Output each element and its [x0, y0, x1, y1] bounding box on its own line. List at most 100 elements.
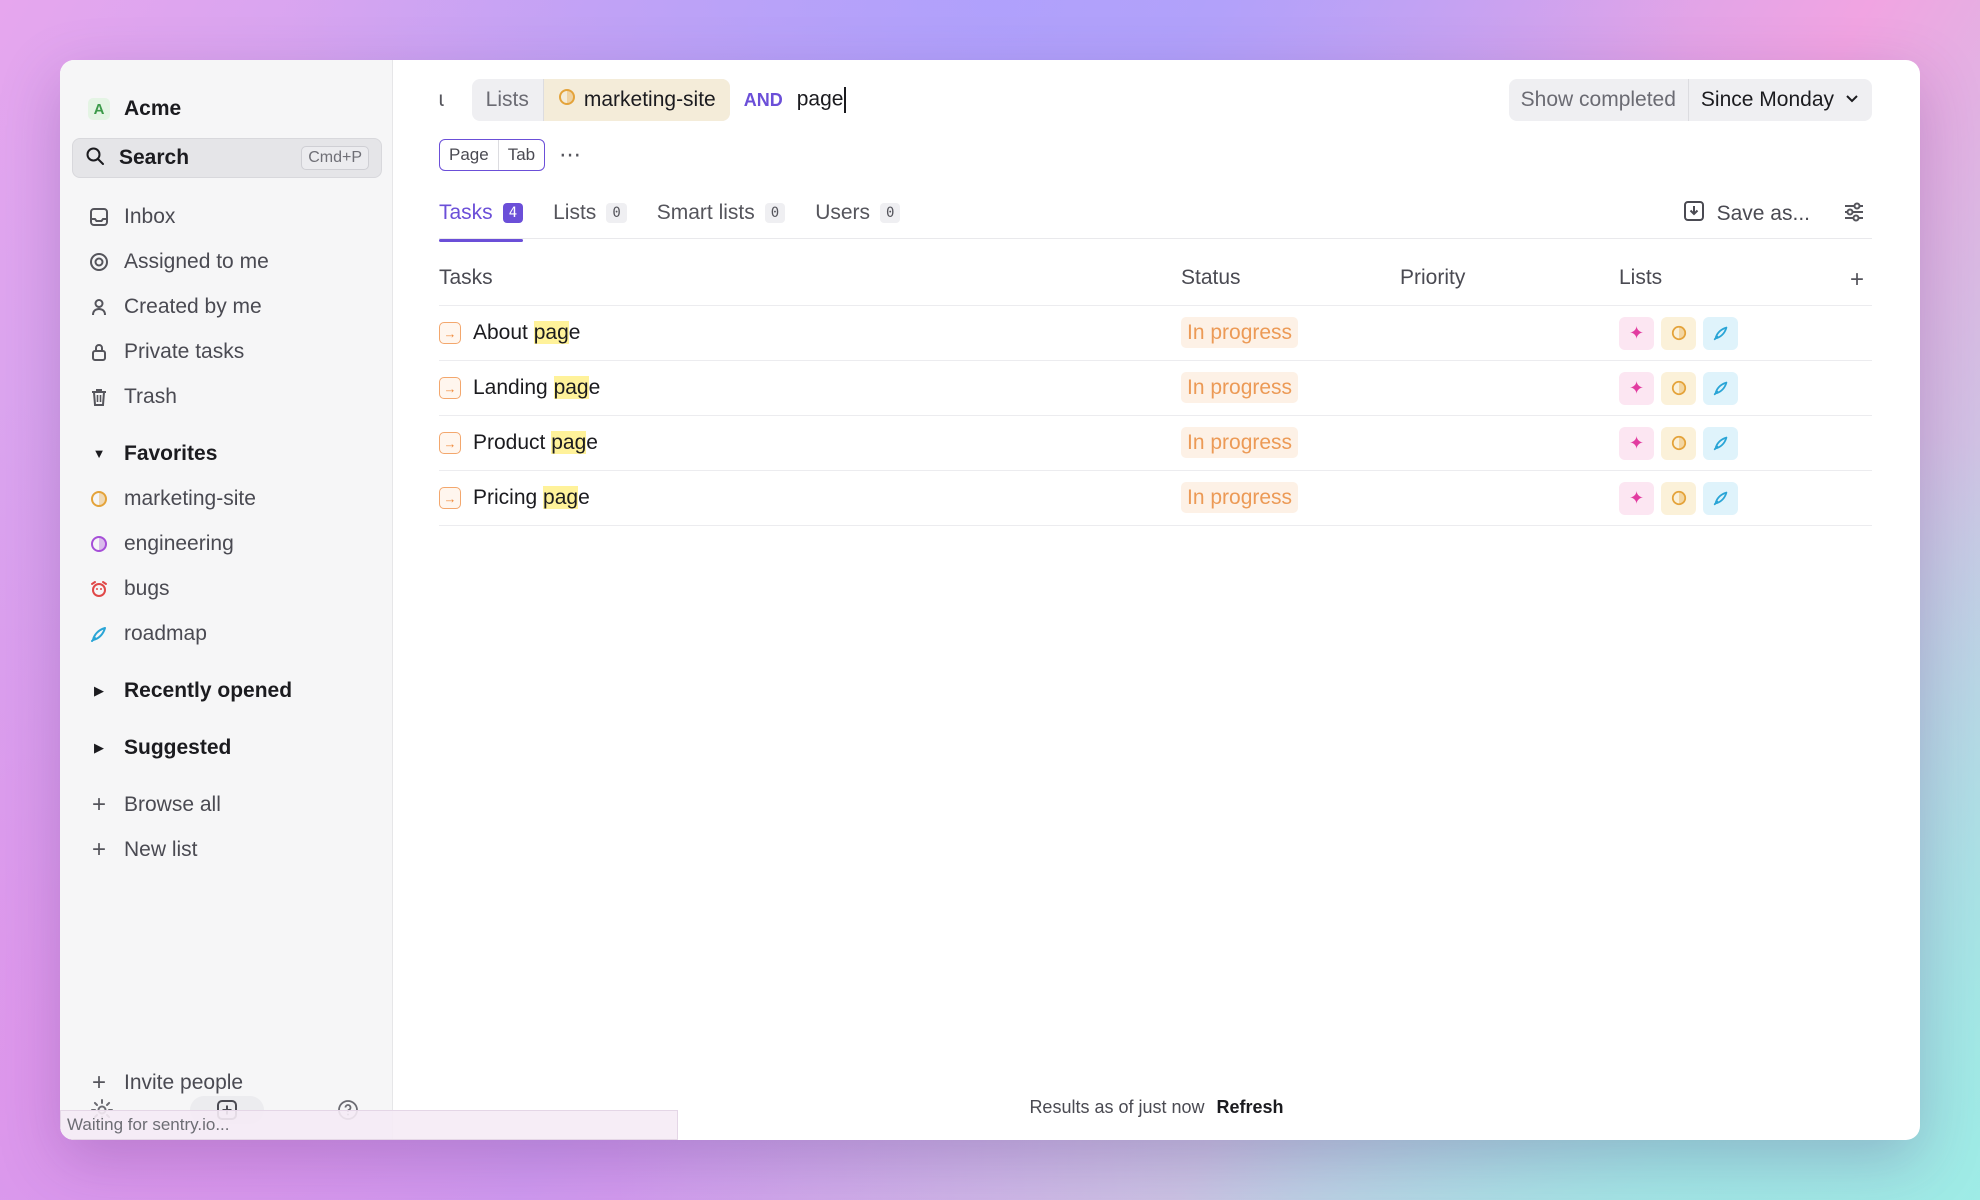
sidebar-item-assigned[interactable]: Assigned to me — [88, 239, 378, 284]
column-header-lists[interactable]: Lists — [1619, 266, 1872, 290]
search-button[interactable]: Search Cmd+P — [72, 138, 382, 178]
workspace-name: Acme — [124, 97, 182, 120]
table-row[interactable]: → About page In progress ✦ — [439, 306, 1872, 361]
add-column-button[interactable]: + — [1850, 266, 1864, 294]
inbox-icon — [88, 206, 110, 228]
tab-divider — [439, 238, 1872, 239]
in-progress-icon[interactable]: → — [439, 432, 461, 454]
sidebar-item-label: Assigned to me — [124, 249, 269, 273]
query-operator: AND — [743, 89, 783, 110]
sidebar-item-trash[interactable]: Trash — [88, 374, 378, 419]
table-row[interactable]: → Landing page In progress ✦ — [439, 361, 1872, 416]
task-cell: → About page — [439, 321, 1181, 345]
app-window: A Acme Search Cmd+P Inbox Assigned to me — [60, 60, 1920, 1140]
status-cell: In progress — [1181, 372, 1400, 403]
search-input[interactable]: page — [797, 87, 847, 113]
in-progress-icon[interactable]: → — [439, 322, 461, 344]
tasks-table: Tasks Status Priority Lists + → About pa… — [439, 250, 1872, 526]
sidebar-nav: Inbox Assigned to me Created by me Priva… — [88, 194, 378, 872]
in-progress-icon[interactable]: → — [439, 487, 461, 509]
rocket-icon[interactable] — [1703, 426, 1738, 460]
tab-label: Users — [815, 201, 871, 224]
filter-value[interactable]: marketing-site — [543, 79, 730, 121]
sidebar-item-private[interactable]: Private tasks — [88, 329, 378, 374]
sparkle-icon[interactable]: ✦ — [1619, 426, 1654, 460]
sidebar-item-label: Private tasks — [124, 339, 245, 363]
lock-icon — [88, 341, 110, 363]
recently-opened-title: Recently opened — [124, 678, 293, 702]
since-dropdown[interactable]: Since Monday — [1689, 79, 1872, 121]
tab-lists[interactable]: Lists 0 — [553, 190, 627, 236]
task-title: About page — [473, 321, 581, 344]
task-cell: → Landing page — [439, 376, 1181, 400]
browse-all-button[interactable]: + Browse all — [88, 782, 378, 827]
caret-down-icon: ▼ — [92, 446, 106, 461]
favorites-section-toggle[interactable]: ▼ Favorites — [88, 431, 378, 476]
column-header-tasks[interactable]: Tasks — [439, 266, 1181, 290]
table-row[interactable]: → Product page In progress ✦ — [439, 416, 1872, 471]
sidebar-item-label: marketing-site — [124, 486, 256, 510]
task-title: Pricing page — [473, 486, 590, 509]
results-timestamp: Results as of just now — [1029, 1096, 1205, 1117]
search-shortcut: Cmd+P — [301, 146, 369, 170]
save-as-button[interactable]: Save as... — [1683, 192, 1810, 236]
lists-cell: ✦ — [1619, 481, 1872, 515]
completed-filter: Show completed Since Monday — [1508, 79, 1872, 121]
table-header: Tasks Status Priority Lists + — [439, 250, 1872, 306]
column-header-priority[interactable]: Priority — [1400, 266, 1619, 290]
rocket-icon — [88, 623, 110, 645]
alarm-icon — [88, 578, 110, 600]
column-header-status[interactable]: Status — [1181, 266, 1400, 290]
sidebar-bottom-bar: Waiting for sentry.io... — [60, 1084, 678, 1140]
sidebar-item-bugs[interactable]: bugs — [88, 566, 378, 611]
filter-key[interactable]: Lists — [472, 79, 544, 121]
rocket-icon[interactable] — [1703, 371, 1738, 405]
sidebar-item-engineering[interactable]: engineering — [88, 521, 378, 566]
chevron-down-icon — [1844, 88, 1860, 112]
tab-count: 0 — [606, 203, 627, 223]
tab-count: 4 — [502, 203, 524, 223]
in-progress-icon[interactable]: → — [439, 377, 461, 399]
sidebar-item-created[interactable]: Created by me — [88, 284, 378, 329]
workspace-switcher[interactable]: A Acme — [88, 84, 181, 134]
sparkle-icon[interactable]: ✦ — [1619, 481, 1654, 515]
rocket-icon[interactable] — [1703, 481, 1738, 515]
refresh-button[interactable]: Refresh — [1217, 1097, 1284, 1118]
sidebar-item-marketing-site[interactable]: marketing-site — [88, 476, 378, 521]
show-completed-toggle[interactable]: Show completed — [1509, 79, 1689, 121]
status-badge[interactable]: In progress — [1181, 482, 1299, 513]
tab-tasks[interactable]: Tasks 4 — [439, 190, 524, 242]
sparkle-icon[interactable]: ✦ — [1619, 316, 1654, 350]
tab-users[interactable]: Users 0 — [815, 190, 901, 236]
half-circle-icon[interactable] — [1661, 371, 1696, 405]
recently-opened-toggle[interactable]: ▶ Recently opened — [88, 668, 378, 713]
suggested-toggle[interactable]: ▶ Suggested — [88, 725, 378, 770]
half-circle-icon[interactable] — [1661, 426, 1696, 460]
tab-count: 0 — [764, 203, 786, 223]
status-badge[interactable]: In progress — [1181, 427, 1299, 458]
new-list-button[interactable]: + New list — [88, 827, 378, 872]
user-icon — [88, 296, 110, 318]
sidebar-item-label: roadmap — [124, 621, 207, 645]
half-circle-icon[interactable] — [1661, 316, 1696, 350]
filter-chip[interactable]: Lists marketing-site — [471, 79, 730, 121]
query-bar[interactable]: ɩ Lists marketing-site AND page — [439, 79, 847, 121]
task-title: Product page — [473, 431, 598, 454]
view-settings-button[interactable] — [1836, 194, 1872, 234]
sidebar-item-roadmap[interactable]: roadmap — [88, 611, 378, 656]
sidebar-item-inbox[interactable]: Inbox — [88, 194, 378, 239]
half-circle-icon[interactable] — [1661, 481, 1696, 515]
status-badge[interactable]: In progress — [1181, 317, 1299, 348]
tab-smart-lists[interactable]: Smart lists 0 — [657, 190, 786, 236]
sparkle-icon[interactable]: ✦ — [1619, 371, 1654, 405]
table-row[interactable]: → Pricing page In progress ✦ — [439, 471, 1872, 526]
rocket-icon[interactable] — [1703, 316, 1738, 350]
more-icon[interactable]: ⋯ — [559, 142, 582, 168]
status-badge[interactable]: In progress — [1181, 372, 1299, 403]
half-circle-icon — [88, 488, 110, 510]
save-as-label: Save as... — [1716, 202, 1810, 225]
result-tabs: Tasks 4 Lists 0 Smart lists 0 Users 0 — [439, 190, 901, 242]
filter-value-label: marketing-site — [583, 88, 716, 111]
sidebar-item-label: Trash — [124, 384, 177, 408]
caret-right-icon: ▶ — [94, 739, 104, 755]
